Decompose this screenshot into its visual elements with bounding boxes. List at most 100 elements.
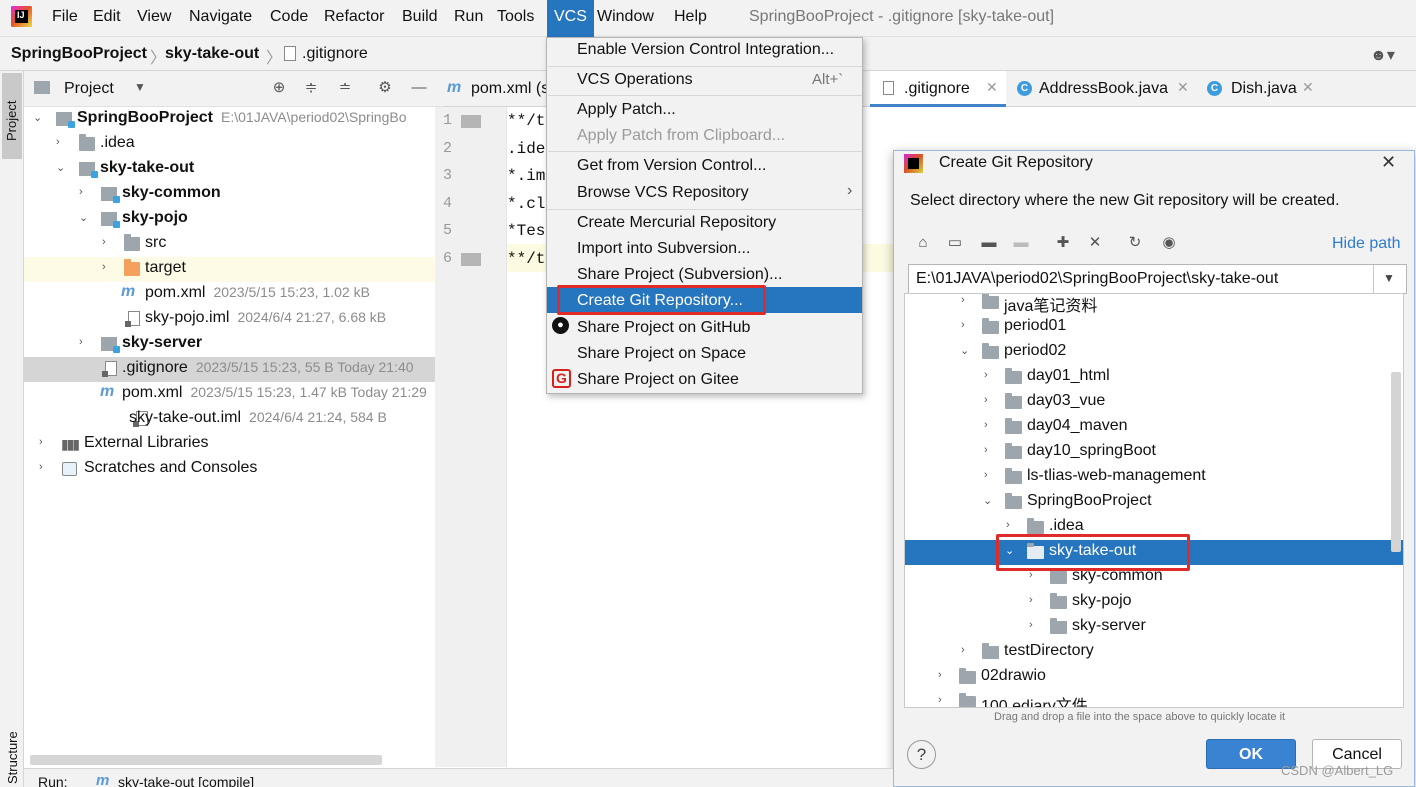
chevron-down-icon[interactable]: ⌄ (983, 494, 992, 507)
home-icon[interactable]: ⌂ (914, 234, 932, 252)
menu-run[interactable]: Run (454, 8, 483, 26)
menu-file[interactable]: File (52, 8, 78, 26)
refresh-icon[interactable]: ↻ (1126, 234, 1144, 252)
menu-help[interactable]: Help (674, 8, 707, 26)
chevron-right-icon[interactable]: › (984, 469, 988, 481)
close-icon[interactable]: ✕ (986, 79, 998, 96)
menu-window[interactable]: Window (597, 8, 654, 26)
tree-row[interactable]: › src (24, 232, 435, 257)
close-icon[interactable]: ✕ (1381, 152, 1396, 173)
tree-row[interactable]: ⌄ period02 (905, 340, 1403, 365)
chevron-down-icon[interactable]: ⌄ (960, 344, 969, 357)
chevron-right-icon[interactable]: › (102, 236, 114, 248)
chevron-down-icon[interactable]: ⌄ (56, 161, 68, 174)
breadcrumb-module[interactable]: sky-take-out (165, 45, 259, 63)
tree-row[interactable]: › sky-common (24, 182, 435, 207)
desktop-icon[interactable]: ▭ (946, 234, 964, 252)
tree-row[interactable]: › sky-pojo (905, 590, 1403, 615)
code-line[interactable]: **/t (507, 250, 545, 268)
project-view-selector[interactable]: Project (64, 80, 114, 98)
chevron-right-icon[interactable]: › (984, 419, 988, 431)
structure-tool-tab[interactable]: Structure (3, 724, 23, 784)
help-button[interactable]: ? (907, 740, 936, 769)
menu-code[interactable]: Code (270, 8, 308, 26)
chevron-right-icon[interactable]: › (984, 394, 988, 406)
tree-row[interactable]: › testDirectory (905, 640, 1403, 665)
menu-item-vcs-operations[interactable]: VCS Operations (577, 71, 693, 89)
chevron-right-icon[interactable]: › (961, 644, 965, 656)
tree-row[interactable]: › .idea (24, 132, 435, 157)
tree-row[interactable]: › sky-server (905, 615, 1403, 640)
tree-row[interactable]: › day03_vue (905, 390, 1403, 415)
gear-icon[interactable]: ⚙ (376, 79, 394, 97)
chevron-down-icon[interactable]: ⌄ (33, 111, 45, 124)
chevron-right-icon[interactable]: › (102, 261, 114, 273)
menu-item-browse-vcs[interactable]: Browse VCS Repository (577, 184, 749, 202)
menu-edit[interactable]: Edit (93, 8, 121, 26)
user-account-icon[interactable]: ☻▾ (1370, 45, 1395, 65)
path-field[interactable]: E:\01JAVA\period02\SpringBooProject\sky-… (908, 264, 1407, 294)
chevron-down-icon[interactable]: ⌄ (79, 211, 91, 224)
tree-row[interactable]: › 100 ediary文件 (905, 690, 1403, 707)
tree-row[interactable]: › ls-tlias-web-management (905, 465, 1403, 490)
code-line[interactable]: *.cl (507, 195, 545, 213)
tab-addressbook[interactable]: C AddressBook.java ✕ (1009, 71, 1195, 107)
chevron-right-icon[interactable]: › (39, 436, 51, 448)
menu-item-enable-vcs[interactable]: Enable Version Control Integration... (577, 41, 834, 59)
chevron-right-icon[interactable]: › (56, 136, 68, 148)
new-folder-icon[interactable]: ✚ (1054, 234, 1072, 252)
tree-row[interactable]: › day04_maven (905, 415, 1403, 440)
tab-dish[interactable]: C Dish.java ✕ (1199, 71, 1319, 107)
menu-item-apply-patch[interactable]: Apply Patch... (577, 101, 676, 119)
chevron-right-icon[interactable]: › (39, 461, 51, 473)
collapse-all-icon[interactable]: ≐ (336, 79, 354, 97)
locate-file-icon[interactable]: ⊕ (270, 79, 288, 97)
menu-item-share-subversion[interactable]: Share Project (Subversion)... (577, 266, 782, 284)
vertical-scrollbar[interactable] (1391, 372, 1401, 552)
chevron-right-icon[interactable]: › (961, 319, 965, 331)
code-line[interactable]: *Tes (507, 222, 545, 240)
tree-row[interactable]: › period01 (905, 315, 1403, 340)
tree-row[interactable]: › 02drawio (905, 665, 1403, 690)
chevron-right-icon[interactable]: › (984, 369, 988, 381)
chevron-right-icon[interactable]: › (938, 694, 942, 706)
tree-row[interactable]: › java笔记资料 (905, 294, 1403, 315)
tree-row[interactable]: ⌄ SpringBooProject (905, 490, 1403, 515)
code-line[interactable]: .ide (507, 140, 545, 158)
menu-refactor[interactable]: Refactor (324, 8, 384, 26)
tree-row[interactable]: › Scratches and Consoles (24, 457, 435, 482)
menu-item-create-mercurial[interactable]: Create Mercurial Repository (577, 214, 776, 232)
chevron-down-icon[interactable]: ▼ (1383, 271, 1395, 285)
menu-vcs[interactable]: VCS (547, 0, 594, 37)
tree-row[interactable]: ⌄ sky-pojo (24, 207, 435, 232)
tree-row-selected[interactable]: .gitignore 2023/5/15 15:23, 55 B Today 21… (24, 357, 435, 382)
close-icon[interactable]: ✕ (1177, 79, 1189, 96)
tree-row[interactable]: m pom.xml 2023/5/15 15:23, 1.47 kB Today … (24, 382, 435, 407)
menu-item-share-space[interactable]: Share Project on Space (577, 345, 746, 363)
menu-view[interactable]: View (137, 8, 171, 26)
menu-build[interactable]: Build (402, 8, 438, 26)
project-tool-tab[interactable]: Project (2, 73, 22, 159)
breadcrumb-project[interactable]: SpringBooProject (11, 45, 147, 63)
hide-path-link[interactable]: Hide path (1332, 235, 1401, 253)
fold-folder-icon[interactable] (461, 115, 481, 128)
tree-row[interactable]: › day01_html (905, 365, 1403, 390)
chevron-right-icon[interactable]: › (1029, 594, 1033, 606)
minimize-icon[interactable]: — (410, 79, 428, 97)
chevron-right-icon[interactable]: › (1029, 619, 1033, 631)
tree-row[interactable]: ⌄ SpringBooProject E:\01JAVA\period02\Spr… (24, 107, 435, 132)
menu-item-share-github[interactable]: Share Project on GitHub (577, 319, 750, 337)
tree-row[interactable]: › ▮▮▮ External Libraries (24, 432, 435, 457)
menu-navigate[interactable]: Navigate (189, 8, 252, 26)
tree-row[interactable]: m pom.xml 2023/5/15 15:23, 1.02 kB (24, 282, 435, 307)
chevron-down-icon[interactable]: ▼ (134, 80, 146, 94)
tree-row[interactable]: sky-take-out.iml 2024/6/4 21:24, 584 B (24, 407, 435, 432)
code-line[interactable]: *.im (507, 167, 545, 185)
expand-all-icon[interactable]: ≑ (302, 79, 320, 97)
close-icon[interactable]: ✕ (1302, 79, 1314, 96)
menu-item-share-gitee[interactable]: Share Project on Gitee (577, 371, 739, 389)
fold-folder-icon[interactable] (461, 253, 481, 266)
tree-row[interactable]: › sky-server (24, 332, 435, 357)
chevron-right-icon[interactable]: › (961, 294, 965, 306)
show-hidden-icon[interactable]: ◉ (1160, 234, 1178, 252)
